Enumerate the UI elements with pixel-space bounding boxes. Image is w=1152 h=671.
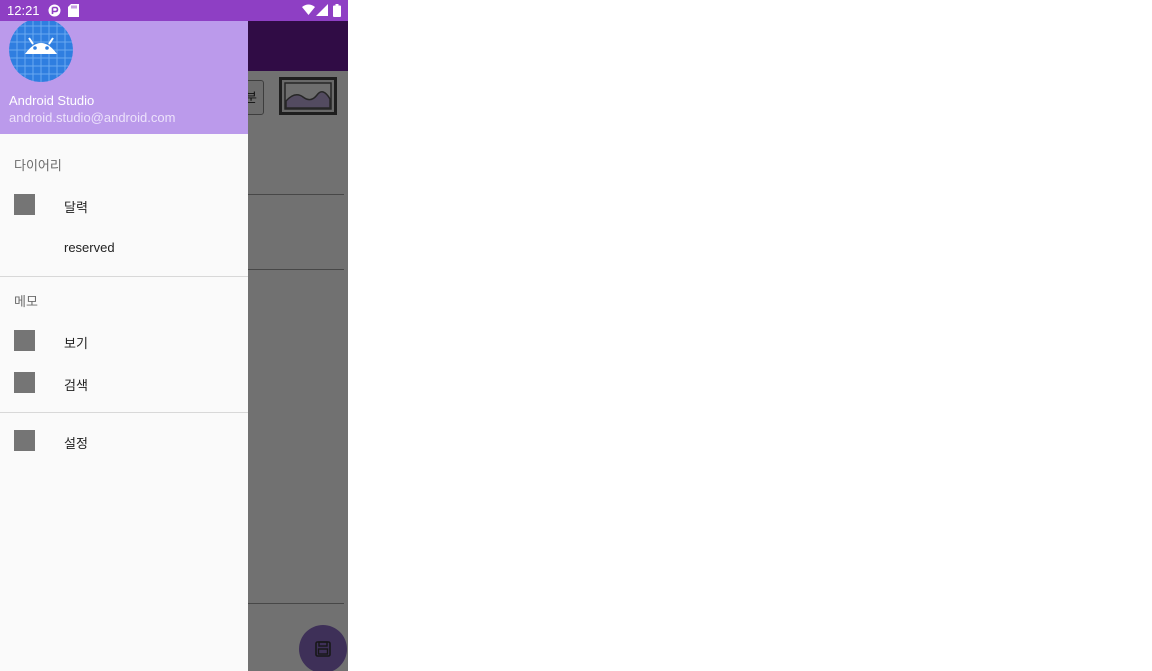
menu-item-view[interactable]: 보기 (0, 321, 248, 361)
menu-item-label: 설정 (64, 436, 88, 451)
sd-card-icon (68, 4, 79, 17)
notification-p-icon (48, 4, 61, 17)
menu-item-label: reserved (64, 240, 115, 255)
menu-item-calendar[interactable]: 달력 (0, 185, 248, 225)
android-avatar-icon (9, 21, 73, 82)
phone-screen: 분 12:21 (0, 0, 348, 671)
user-email: android.studio@android.com (9, 110, 176, 125)
placeholder-icon (14, 330, 35, 351)
menu-item-label: 검색 (64, 378, 88, 393)
placeholder-icon (14, 430, 35, 451)
section-title-diary: 다이어리 (14, 158, 62, 173)
placeholder-icon (14, 194, 35, 215)
battery-icon (333, 4, 341, 17)
placeholder-icon (14, 372, 35, 393)
status-bar: 12:21 (0, 0, 348, 21)
menu-divider (0, 412, 248, 413)
signal-icon (316, 4, 328, 16)
menu-item-reserved[interactable]: reserved (0, 228, 248, 268)
menu-item-label: 보기 (64, 336, 88, 351)
menu-item-search[interactable]: 검색 (0, 363, 248, 403)
navigation-drawer: Android Studio android.studio@android.co… (0, 21, 248, 671)
wifi-icon (302, 4, 315, 15)
user-name: Android Studio (9, 93, 95, 108)
menu-item-settings[interactable]: 설정 (0, 421, 248, 461)
status-time: 12:21 (7, 3, 40, 18)
menu-divider (0, 276, 248, 277)
menu-item-label: 달력 (64, 200, 88, 215)
drawer-header: Android Studio android.studio@android.co… (0, 21, 248, 134)
section-title-memo: 메모 (14, 294, 38, 309)
